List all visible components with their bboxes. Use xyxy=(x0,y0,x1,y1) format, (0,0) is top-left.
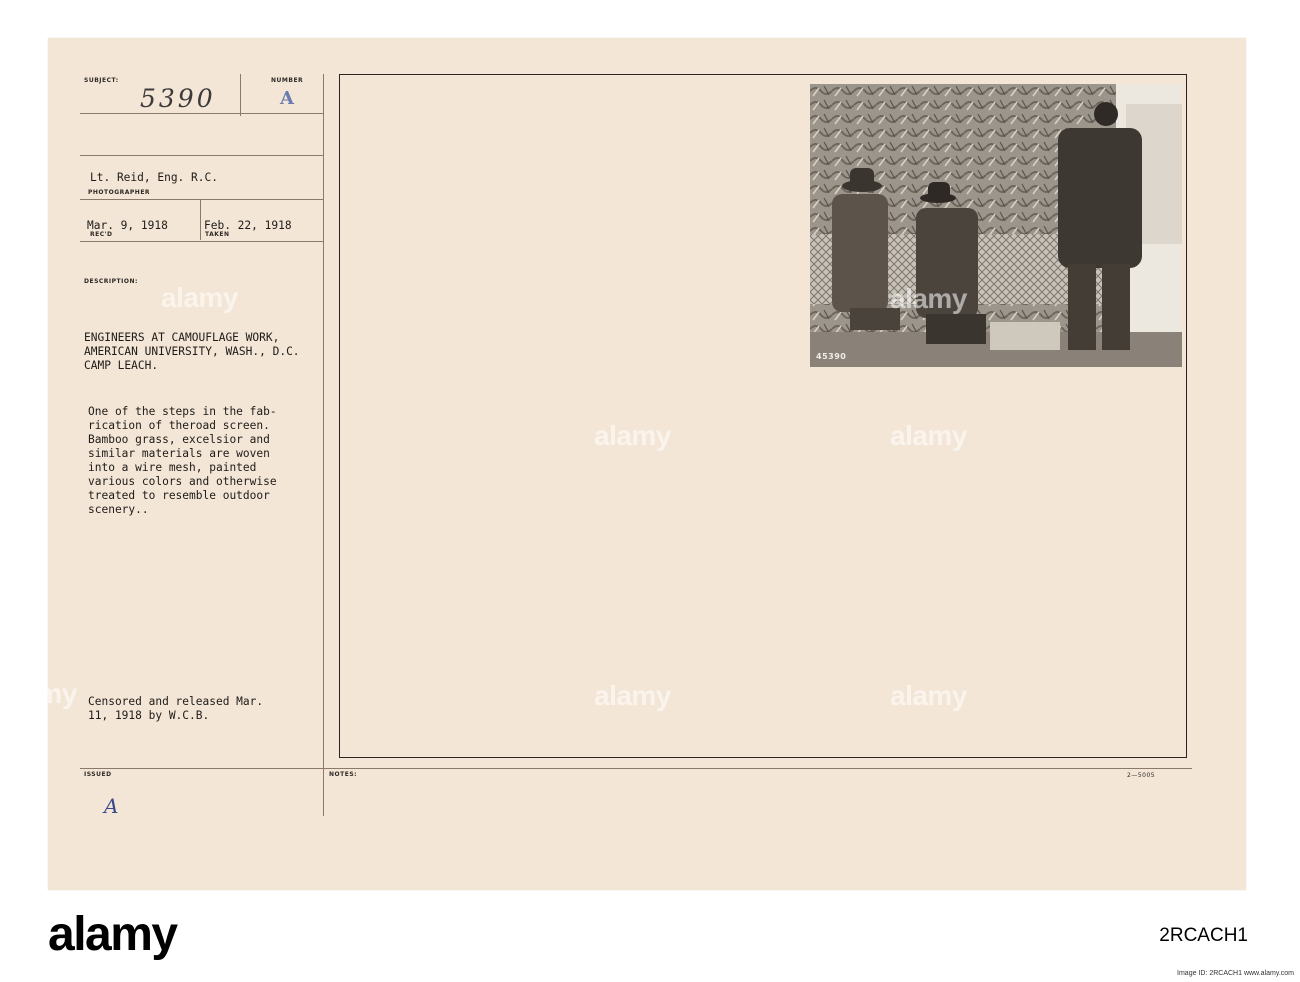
description-label: DESCRIPTION: xyxy=(84,278,138,285)
received-date: Mar. 9, 1918 xyxy=(87,219,168,232)
issued-label: ISSUED xyxy=(84,771,112,778)
side-image-id: Image ID: 2RCACH1 www.alamy.com xyxy=(1177,970,1294,977)
number-letter: A xyxy=(280,88,294,109)
description-line: similar materials are woven xyxy=(88,447,270,460)
issued-letter: A xyxy=(104,794,119,818)
description-line: various colors and otherwise xyxy=(88,475,277,488)
dates-divider xyxy=(200,200,201,240)
alamy-watermark: alamy xyxy=(594,680,671,711)
alamy-watermark: alamy xyxy=(890,680,967,711)
censor-line: 11, 1918 by W.C.B. xyxy=(88,709,210,722)
subject-number: 5390 xyxy=(140,84,216,113)
alamy-watermark: alamy xyxy=(161,282,238,313)
notes-label: NOTES: xyxy=(329,771,358,778)
description-line: One of the steps in the fab- xyxy=(88,405,277,418)
taken-date: Feb. 22, 1918 xyxy=(204,219,292,232)
title-line: ENGINEERS AT CAMOUFLAGE WORK, xyxy=(84,331,280,344)
description-line: treated to resemble outdoor xyxy=(88,489,270,502)
title-line: AMERICAN UNIVERSITY, WASH., D.C. xyxy=(84,345,300,358)
subject-number-divider xyxy=(240,74,241,116)
alamy-watermark: alamy xyxy=(890,283,967,314)
number-label: NUMBER xyxy=(271,77,304,84)
form-number: 2—5005 xyxy=(1127,772,1156,779)
alamy-watermark: alamy xyxy=(0,678,77,709)
left-column-divider xyxy=(323,74,324,816)
photographer-rule xyxy=(80,199,323,200)
camouflage-photo: 45390 xyxy=(810,84,1182,367)
alamy-logo: alamy xyxy=(48,908,178,961)
subject-underline xyxy=(80,113,323,114)
censor-line: Censored and released Mar. xyxy=(88,695,264,708)
photographer-label: PHOTOGRAPHER xyxy=(88,189,151,196)
photo-caption-number: 45390 xyxy=(816,352,847,361)
description-line: rication of theroad screen. xyxy=(88,419,270,432)
subject-label: SUBJECT: xyxy=(84,77,119,84)
dates-rule xyxy=(80,241,323,242)
alamy-footer-band xyxy=(0,891,1300,982)
camouflage-photo-image xyxy=(810,84,1182,367)
footer-rule xyxy=(80,768,1192,769)
description-line: into a wire mesh, painted xyxy=(88,461,257,474)
photographer-name: Lt. Reid, Eng. R.C. xyxy=(90,171,218,184)
alamy-watermark: alamy xyxy=(594,420,671,451)
stock-image-id: 2RCACH1 xyxy=(1159,925,1248,946)
header-rule xyxy=(80,155,323,156)
description-line: scenery.. xyxy=(88,503,149,516)
title-line: CAMP LEACH. xyxy=(84,359,159,372)
alamy-watermark: alamy xyxy=(890,420,967,451)
description-line: Bamboo grass, excelsior and xyxy=(88,433,270,446)
